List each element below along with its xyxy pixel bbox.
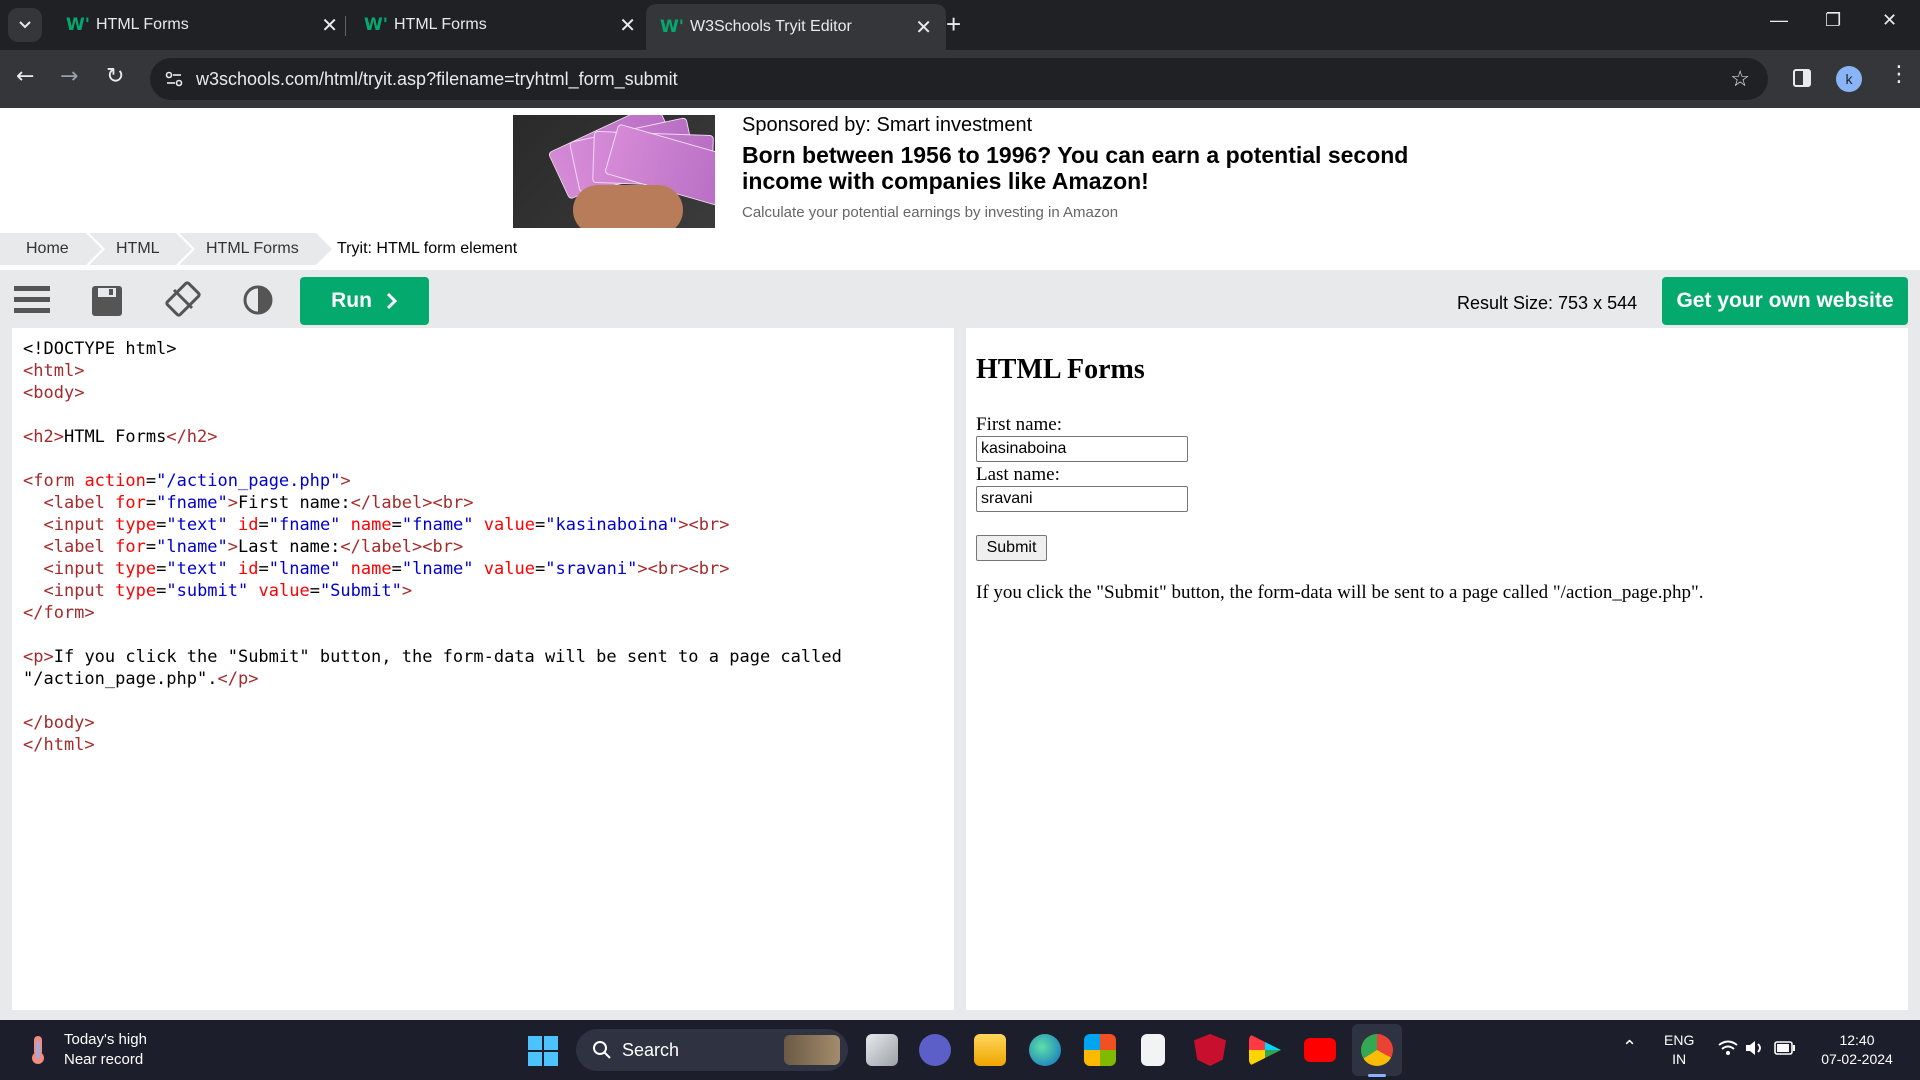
language-line-1: ENG xyxy=(1664,1032,1695,1048)
weather-widget[interactable]: Today's high Near record xyxy=(64,1030,147,1070)
result-paragraph: If you click the "Submit" button, the fo… xyxy=(976,582,1704,603)
forward-arrow-icon[interactable]: → xyxy=(60,64,78,89)
result-frame: HTML Forms First name: Last name: Submit… xyxy=(966,328,1908,1010)
close-tab-icon[interactable]: ✕ xyxy=(321,13,338,38)
search-highlight-image xyxy=(784,1035,840,1065)
wifi-icon[interactable] xyxy=(1718,1040,1738,1056)
battery-icon[interactable] xyxy=(1774,1041,1796,1055)
minimize-window-icon[interactable]: — xyxy=(1770,10,1788,31)
edge-browser-icon[interactable] xyxy=(1029,1034,1061,1066)
breadcrumb-home[interactable]: Home xyxy=(0,233,105,265)
file-explorer-icon[interactable] xyxy=(974,1034,1006,1066)
w3schools-favicon-icon: W' xyxy=(66,15,90,35)
chevron-down-icon xyxy=(19,21,31,29)
theme-contrast-icon[interactable] xyxy=(242,284,274,316)
active-app-indicator xyxy=(1368,1074,1386,1077)
first-name-label: First name: xyxy=(976,414,1063,435)
address-bar[interactable]: w3schools.com/html/tryit.asp?filename=tr… xyxy=(150,58,1768,100)
microsoft-store-icon[interactable] xyxy=(1084,1034,1116,1066)
ad-headline[interactable]: Born between 1956 to 1996? You can earn … xyxy=(742,142,1442,194)
windows-taskbar: Today's high Near record Search ⌃ ENG IN xyxy=(0,1020,1920,1080)
browser-tab-1[interactable]: W' HTML Forms ✕ xyxy=(52,7,352,43)
breadcrumb: Home HTML HTML Forms Tryit: HTML form el… xyxy=(0,233,1920,265)
save-icon[interactable] xyxy=(92,286,122,316)
search-label: Search xyxy=(622,1040,680,1060)
last-name-input[interactable] xyxy=(976,486,1188,512)
run-label: Run xyxy=(331,289,372,312)
tab-search-button[interactable] xyxy=(8,8,42,42)
reload-icon[interactable]: ↻ xyxy=(106,64,124,89)
hand-shape xyxy=(573,185,683,228)
back-arrow-icon[interactable]: ← xyxy=(16,64,34,89)
chevron-up-icon[interactable]: ⌃ xyxy=(1622,1038,1637,1057)
thermometer-weather-icon[interactable] xyxy=(24,1034,54,1066)
search-icon xyxy=(593,1041,611,1059)
task-view-icon[interactable] xyxy=(866,1034,898,1066)
new-tab-button[interactable]: + xyxy=(946,10,961,38)
browser-tab-strip: W' HTML Forms ✕ W' HTML Forms ✕ W' W3Sch… xyxy=(0,0,1920,50)
result-size-text: Result Size: 753 x 544 xyxy=(1457,293,1638,313)
mcafee-shield-icon[interactable] xyxy=(1194,1034,1226,1066)
more-menu-icon[interactable]: ⋮ xyxy=(1888,62,1910,87)
weather-line-2: Near record xyxy=(64,1051,144,1068)
profile-avatar[interactable]: k xyxy=(1836,66,1862,92)
submit-button[interactable]: Submit xyxy=(976,535,1047,561)
w3schools-favicon-icon: W' xyxy=(364,15,388,35)
first-name-input[interactable] xyxy=(976,436,1188,462)
result-heading: HTML Forms xyxy=(976,354,1145,385)
windows-start-icon[interactable] xyxy=(528,1036,558,1066)
tab-title: W3Schools Tryit Editor xyxy=(690,18,852,35)
system-clock[interactable]: 12:40 07-02-2024 xyxy=(1812,1031,1902,1069)
ad-sponsor-text[interactable]: Sponsored by: Smart investment xyxy=(742,114,1032,137)
weather-line-1: Today's high xyxy=(64,1031,147,1048)
menu-icon[interactable] xyxy=(14,286,50,314)
w3schools-favicon-icon: W' xyxy=(660,17,684,37)
youtube-icon[interactable] xyxy=(1304,1038,1336,1062)
url-text: w3schools.com/html/tryit.asp?filename=tr… xyxy=(196,69,678,89)
chat-app-icon[interactable] xyxy=(919,1034,951,1066)
breadcrumb-html-forms[interactable]: HTML Forms xyxy=(180,233,335,265)
tryit-toolbar: Run Result Size: 753 x 544 Get your own … xyxy=(0,270,1920,326)
get-own-website-button[interactable]: Get your own website xyxy=(1662,277,1908,325)
side-panel-icon[interactable] xyxy=(1792,68,1812,88)
tab-title: HTML Forms xyxy=(394,16,487,33)
restore-window-icon[interactable]: ❐ xyxy=(1825,10,1841,31)
chevron-right-icon xyxy=(386,292,398,310)
volume-icon[interactable] xyxy=(1745,1040,1767,1056)
code-text[interactable]: <!DOCTYPE html> <html> <body> <h2>HTML F… xyxy=(23,338,842,756)
code-editor[interactable]: <!DOCTYPE html> <html> <body> <h2>HTML F… xyxy=(12,328,954,1010)
browser-tab-2[interactable]: W' HTML Forms ✕ xyxy=(350,7,650,43)
browser-toolbar: ← → ↻ w3schools.com/html/tryit.asp?filen… xyxy=(0,50,1920,108)
ad-image[interactable] xyxy=(513,115,715,228)
clock-time: 12:40 xyxy=(1839,1032,1875,1048)
browser-tab-3-active[interactable]: W' W3Schools Tryit Editor ✕ xyxy=(646,4,946,50)
close-tab-icon[interactable]: ✕ xyxy=(915,15,932,40)
last-name-label: Last name: xyxy=(976,464,1060,485)
clock-date: 07-02-2024 xyxy=(1821,1051,1893,1067)
tab-divider xyxy=(345,16,346,36)
close-tab-icon[interactable]: ✕ xyxy=(619,13,636,38)
bookmark-star-icon[interactable]: ☆ xyxy=(1730,66,1750,92)
breadcrumb-current: Tryit: HTML form element xyxy=(337,240,518,257)
site-settings-icon[interactable] xyxy=(164,69,184,89)
tab-title: HTML Forms xyxy=(96,16,189,33)
language-indicator[interactable]: ENG IN xyxy=(1664,1031,1694,1069)
taskbar-search[interactable]: Search xyxy=(576,1029,848,1071)
notepad-icon[interactable] xyxy=(1141,1034,1165,1066)
chrome-icon[interactable] xyxy=(1361,1034,1393,1066)
run-button[interactable]: Run xyxy=(300,277,429,325)
close-window-icon[interactable]: ✕ xyxy=(1882,10,1897,31)
google-play-icon[interactable] xyxy=(1249,1034,1281,1066)
rotate-orientation-icon[interactable] xyxy=(164,280,202,318)
language-line-2: IN xyxy=(1672,1051,1687,1067)
ad-subtext[interactable]: Calculate your potential earnings by inv… xyxy=(742,204,1118,221)
